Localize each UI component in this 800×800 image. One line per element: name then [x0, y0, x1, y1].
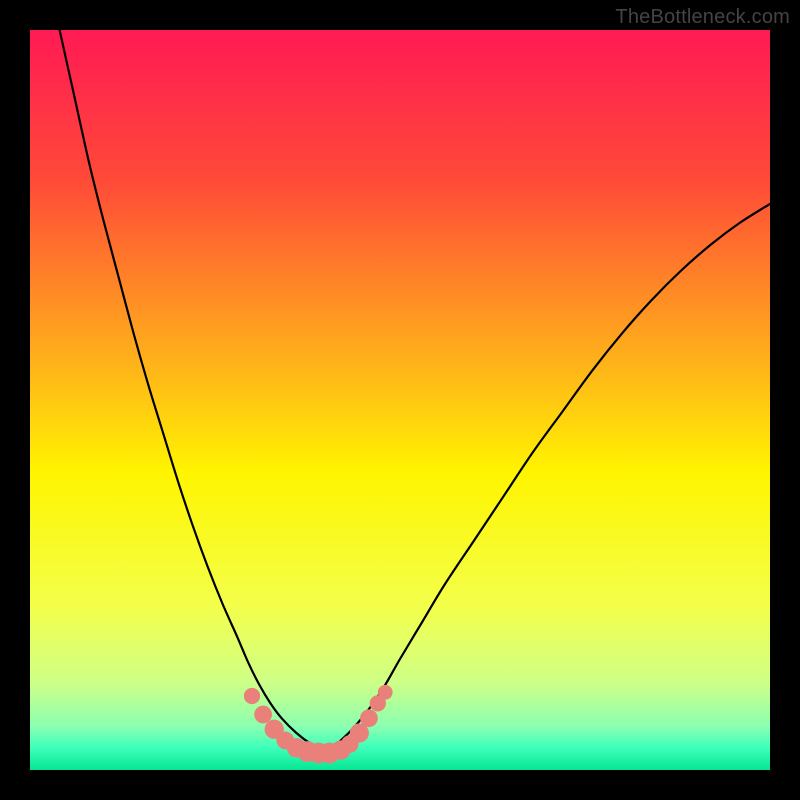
- watermark-text: TheBottleneck.com: [615, 6, 790, 29]
- chart-frame: TheBottleneck.com: [0, 0, 800, 800]
- data-marker: [254, 706, 272, 724]
- data-marker: [378, 685, 393, 700]
- data-marker: [244, 688, 260, 704]
- data-marker: [360, 709, 378, 727]
- bottleneck-chart: [0, 0, 800, 800]
